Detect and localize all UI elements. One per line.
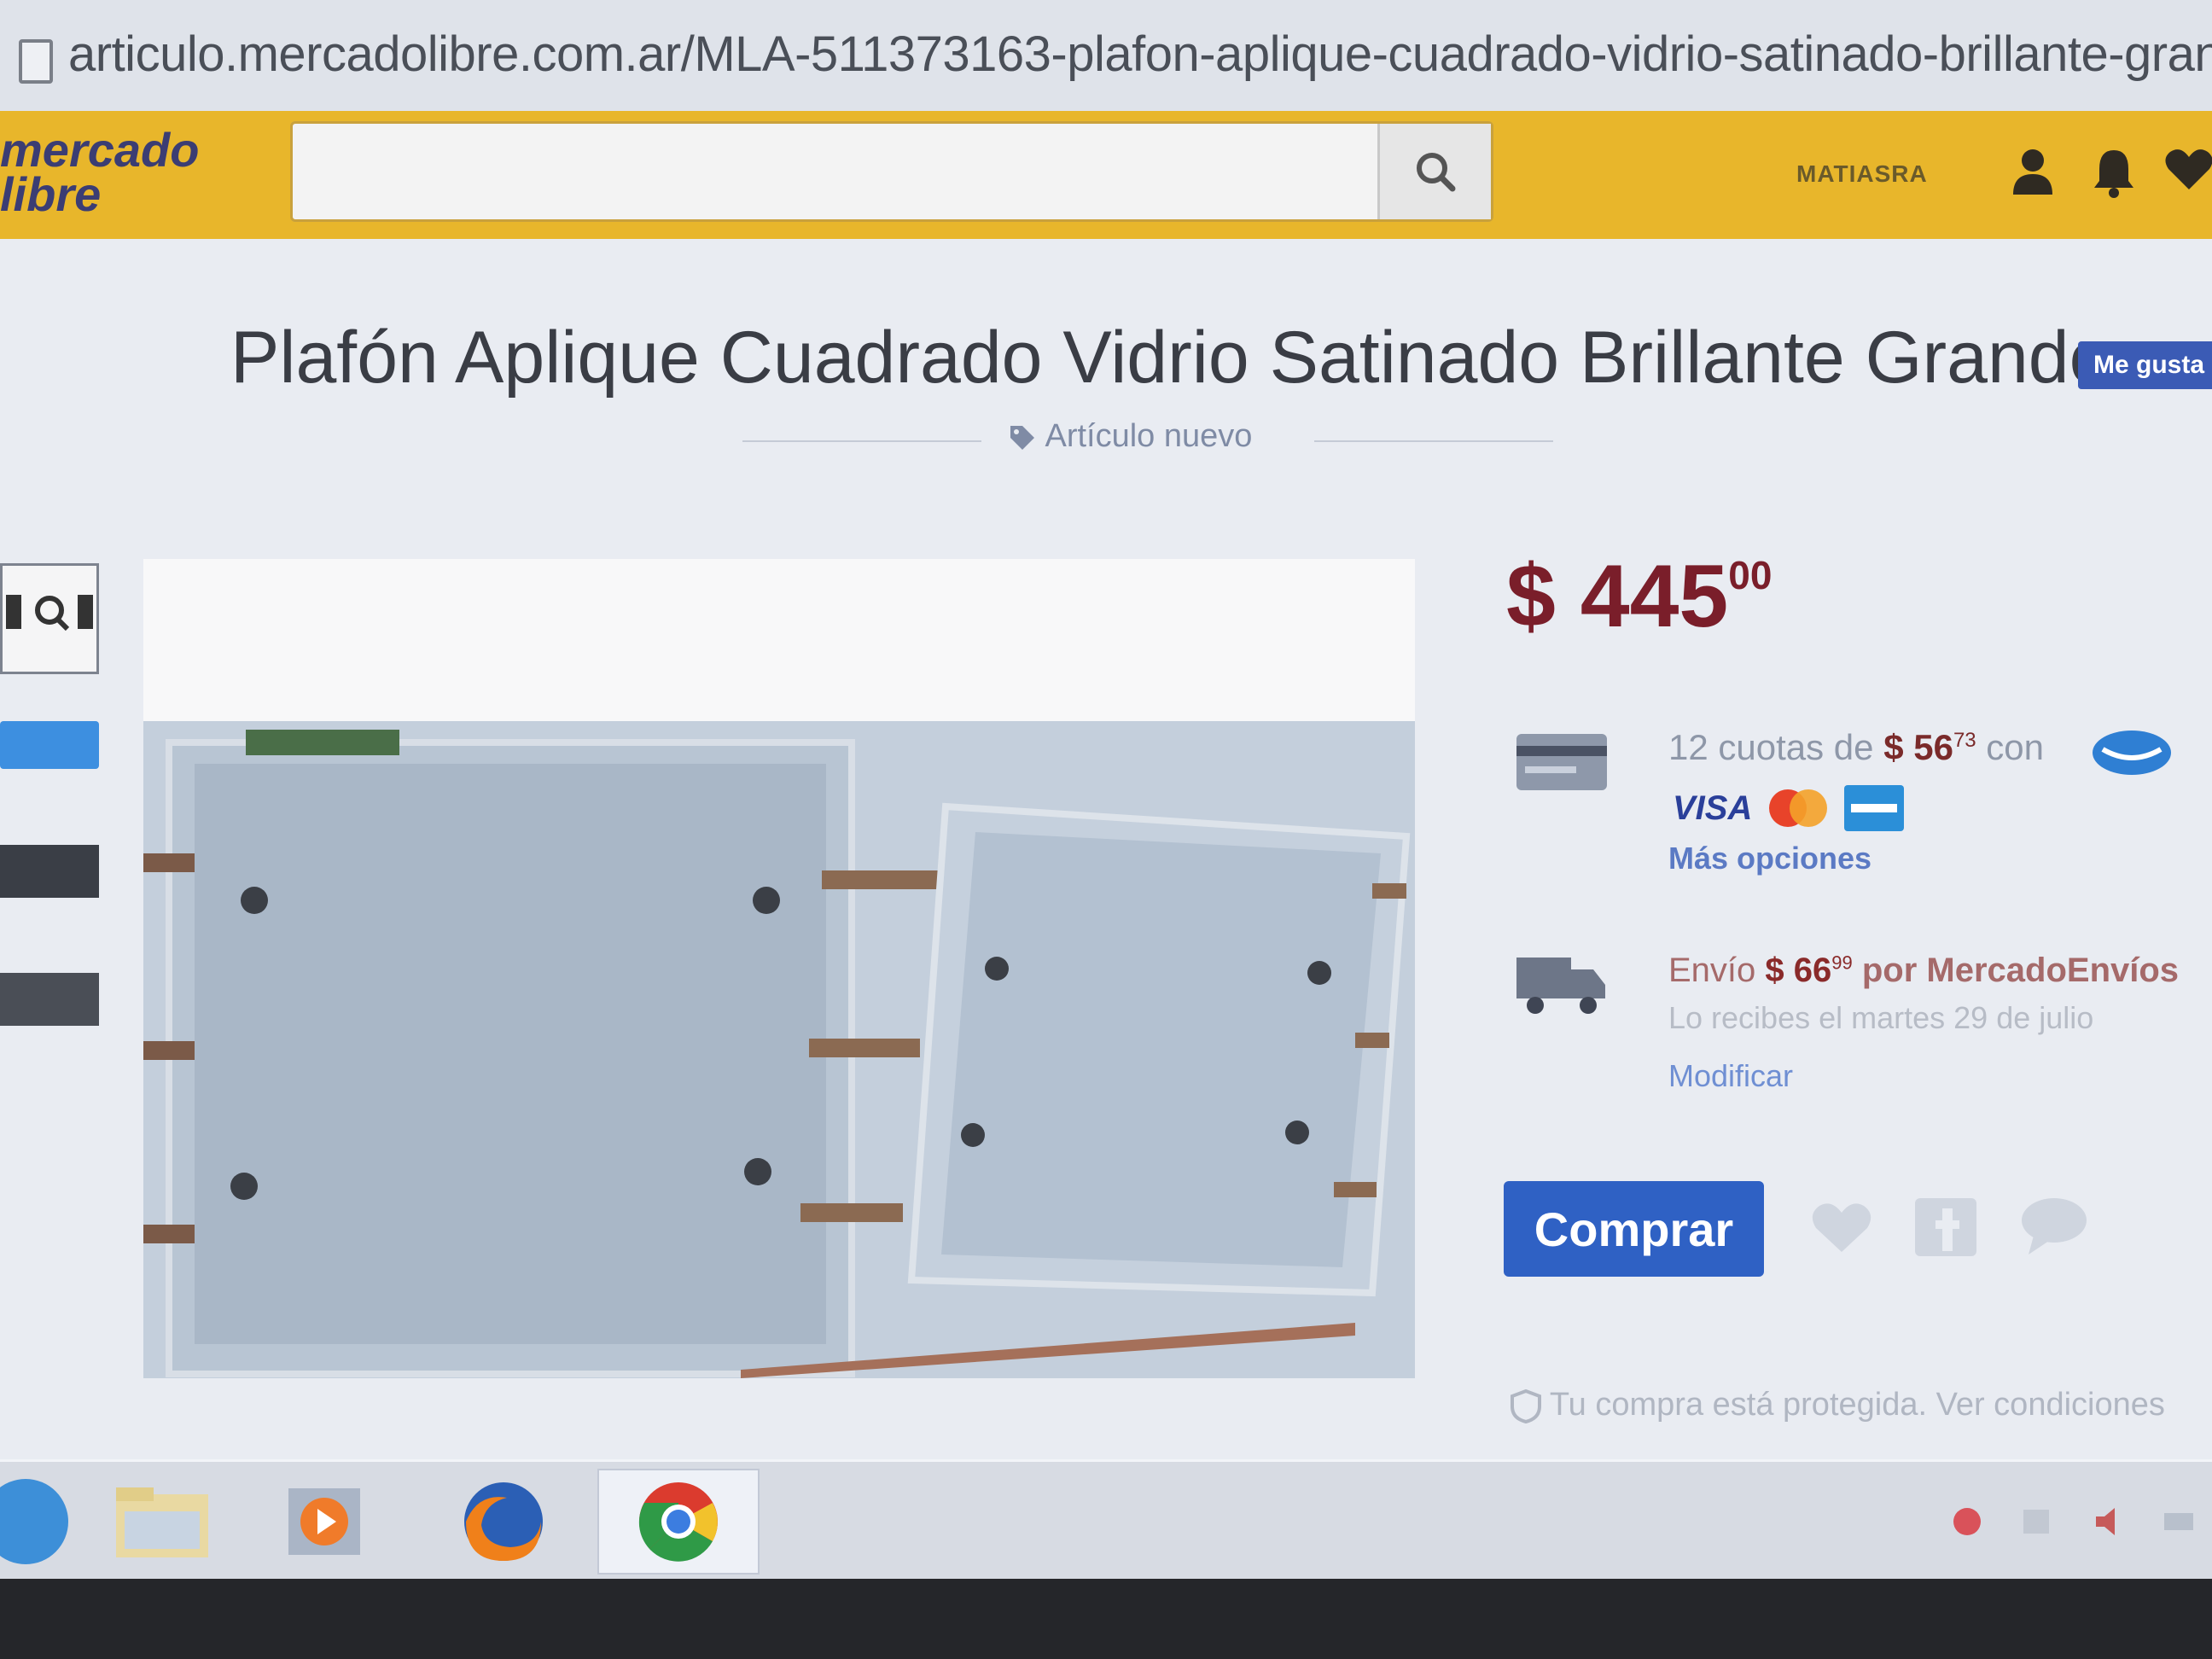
product-image[interactable]	[143, 559, 1415, 1378]
more-payment-options-link[interactable]: Más opciones	[1668, 841, 1871, 876]
protected-text[interactable]: Tu compra está protegida. Ver condicione…	[1550, 1387, 2165, 1423]
media-player-icon	[288, 1488, 360, 1555]
heart-icon[interactable]	[2163, 145, 2212, 193]
folder-icon	[116, 1487, 208, 1557]
tray-volume-icon[interactable]	[2091, 1505, 2133, 1539]
mercadolibre-logo[interactable]: mercado libre	[0, 126, 199, 218]
mastercard-logo	[1769, 789, 1828, 827]
price-main: $ 445	[1506, 547, 1729, 646]
favorite-heart-icon[interactable]	[1809, 1199, 1874, 1255]
thumbnail-image[interactable]	[0, 845, 99, 898]
thumbnail-zoom[interactable]	[0, 563, 99, 674]
shipping-info: Envío $ 6699 por MercadoEnvíos	[1668, 952, 2179, 990]
installments-info: 12 cuotas de $ 5673 con	[1668, 727, 2044, 768]
credit-card-icon	[1516, 734, 1607, 790]
site-header: mercado libre MATIASRA	[0, 111, 2212, 239]
product-photo	[143, 559, 1415, 1378]
search-button[interactable]	[1377, 124, 1491, 219]
delivery-date: Lo recibes el martes 29 de julio	[1668, 1000, 2094, 1035]
shipping-suffix: por MercadoEnvíos	[1852, 952, 2180, 989]
divider-left	[742, 440, 981, 442]
bell-icon[interactable]	[2091, 145, 2137, 200]
windows-taskbar	[0, 1459, 2212, 1579]
taskbar-media-player[interactable]	[247, 1469, 401, 1575]
installments-suffix: con	[1976, 727, 2045, 767]
windows-start-icon	[0, 1479, 68, 1564]
price-cents: 00	[1728, 553, 1773, 598]
shipping-prefix: Envío	[1668, 952, 1766, 989]
monitor-bezel	[0, 1579, 2212, 1659]
user-name-link[interactable]: MATIASRA	[1796, 160, 1928, 188]
tray-flag-icon[interactable]	[2018, 1505, 2056, 1539]
firefox-icon	[464, 1482, 543, 1561]
price: $ 44500	[1506, 546, 1772, 648]
search-icon	[1417, 153, 1456, 192]
facebook-share-icon[interactable]	[1912, 1195, 1980, 1260]
buy-button[interactable]: Comprar	[1504, 1181, 1764, 1277]
monitor-screen: articulo.mercadolibre.com.ar/MLA-5113731…	[0, 0, 2212, 1579]
tray-power-icon[interactable]	[2159, 1505, 2202, 1539]
taskbar-file-explorer[interactable]	[85, 1469, 239, 1575]
comment-bubble-icon[interactable]	[2018, 1195, 2090, 1256]
product-title: Plafón Aplique Cuadrado Vidrio Satinado …	[230, 317, 2110, 399]
shield-icon	[1511, 1388, 1541, 1424]
shipping-cents: 99	[1831, 952, 1853, 974]
installments-amount: $ 56	[1883, 727, 1953, 767]
zoom-icon	[6, 595, 93, 632]
tray-network-icon[interactable]	[1946, 1505, 1988, 1539]
chrome-icon	[638, 1482, 718, 1562]
mercadopago-icon	[2093, 731, 2171, 775]
divider-right	[1314, 440, 1553, 442]
purchase-protection: Tu compra está protegida. Ver condicione…	[1511, 1387, 2165, 1424]
condition-badge: Artículo nuevo	[1007, 418, 1252, 455]
shipping-truck-icon	[1516, 958, 1605, 1014]
search-box	[290, 121, 1493, 222]
user-icon[interactable]	[2010, 145, 2056, 196]
address-url[interactable]: articulo.mercadolibre.com.ar/MLA-5113731…	[68, 26, 2212, 83]
installments-cents: 73	[1953, 729, 1976, 752]
search-input[interactable]	[300, 131, 1378, 214]
page-icon	[19, 39, 53, 84]
card-brands: VISA	[1673, 785, 1905, 831]
amex-logo	[1844, 785, 1905, 831]
taskbar-firefox[interactable]	[427, 1469, 580, 1575]
browser-address-bar[interactable]: articulo.mercadolibre.com.ar/MLA-5113731…	[0, 0, 2212, 113]
thumbnail-image[interactable]	[0, 973, 99, 1026]
condition-text: Artículo nuevo	[1045, 418, 1253, 454]
taskbar-chrome[interactable]	[597, 1469, 760, 1575]
installments-prefix: 12 cuotas de	[1668, 727, 1884, 767]
thumbnail-video[interactable]	[0, 721, 99, 769]
facebook-like-button[interactable]: Me gusta	[2078, 341, 2212, 389]
shipping-amount: $ 66	[1765, 952, 1832, 989]
modify-shipping-link[interactable]: Modificar	[1668, 1058, 1793, 1094]
tag-icon	[1010, 425, 1034, 450]
visa-logo: VISA	[1673, 789, 1753, 827]
